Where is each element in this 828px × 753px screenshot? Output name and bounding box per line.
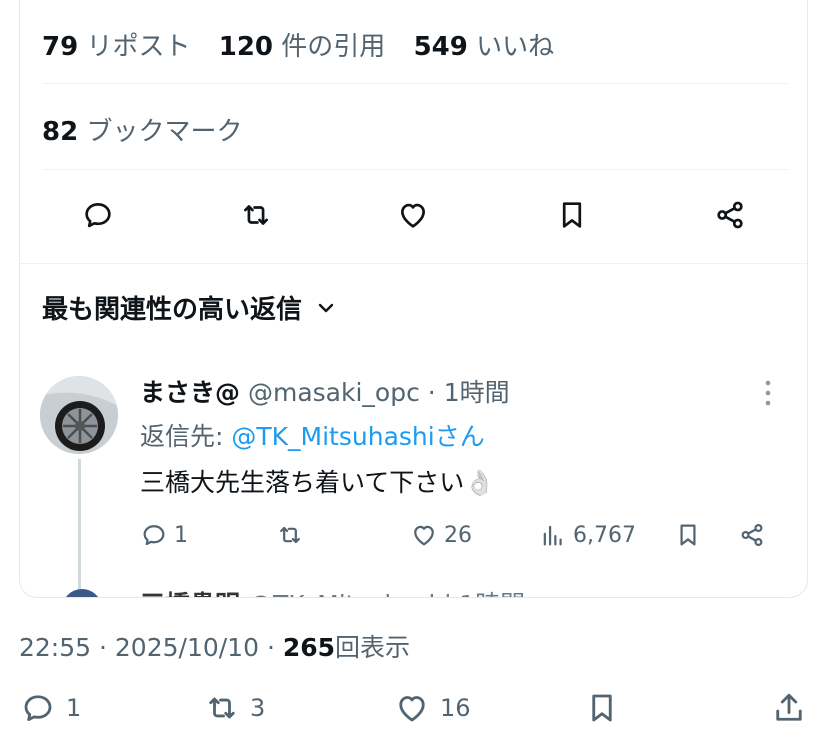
bottom-repost-button[interactable]: 3 [204,690,265,726]
bottom-likes-count: 16 [440,694,471,722]
repost-icon [209,697,235,719]
reply-bookmark-button[interactable] [674,521,702,549]
next-reply-time[interactable]: 1時間 [459,590,525,597]
quotes-stat[interactable]: 120 件の引用 [219,32,386,62]
tweet-views-count: 265 [282,633,336,662]
bookmarks-label: ブックマーク [86,117,243,147]
reply-text-body: 三橋大先生落ち着いて下さい [140,468,465,497]
repost-button[interactable] [232,191,280,239]
bookmark-icon [592,694,612,722]
engagement-stats-row: 79 リポスト 120 件の引用 549 いいね [42,26,554,63]
reply-to-prefix: 返信先: [140,422,232,451]
heart-icon [399,696,425,722]
tweet-meta: 22:55 · 2025/10/10 · 265回表示 [19,628,410,664]
upload-share-icon [776,693,802,721]
chevron-down-icon [318,303,334,312]
next-reply-handle[interactable]: @TK_Mitsuhashi [248,590,451,597]
bookmarks-stat[interactable]: 82 ブックマーク [42,111,242,148]
ok-hand-emoji-icon: 👌 [464,468,496,497]
bookmarks-count: 82 [42,117,79,147]
bottom-like-button[interactable]: 16 [394,690,471,726]
next-reply-avatar[interactable] [62,589,102,597]
quotes-label: 件の引用 [281,32,386,62]
separator: · [266,633,275,662]
heart-icon [401,203,425,228]
repost-icon [244,205,268,225]
divider [20,263,807,264]
more-options-button[interactable] [758,375,778,415]
analytics-icon [543,525,562,546]
reply-likes-count: 26 [444,522,472,548]
share-button[interactable] [706,191,754,239]
bottom-reposts-count: 3 [250,694,266,722]
reply-reply-button[interactable]: 1 [140,521,188,549]
divider [42,83,788,84]
reposts-label: リポスト [86,32,191,62]
separator: · [427,378,436,407]
repost-icon [280,526,300,544]
reply-icon [143,525,165,546]
reply-like-button[interactable]: 26 [410,521,472,549]
replies-sort-dropdown[interactable]: 最も関連性の高い返信 [42,289,338,326]
reply-icon [85,203,111,228]
bookmark-button[interactable] [548,191,596,239]
reply-repost-button[interactable] [276,521,310,549]
divider [42,169,788,170]
likes-count: 549 [413,32,468,62]
thread-line [78,459,81,597]
separator: · [99,633,107,662]
likes-label: いいね [476,32,555,62]
share-icon [717,201,743,229]
bottom-replies-count: 1 [66,694,82,722]
reply-icon [24,695,52,721]
quoted-tweet-card[interactable]: 79 リポスト 120 件の引用 549 いいね 82 ブックマーク 最も関連性… [19,0,808,598]
reply-handle[interactable]: @masaki_opc [248,378,420,407]
quotes-count: 120 [218,32,274,62]
bookmark-icon [562,202,582,228]
reposts-count: 79 [42,32,79,62]
replies-sort-label: 最も関連性の高い返信 [42,295,303,325]
reply-share-button[interactable] [738,521,766,549]
reply-text: 三橋大先生落ち着いて下さい👌 [140,463,495,499]
heart-icon [414,525,434,546]
reply-time[interactable]: 1時間 [444,378,510,407]
car-wheel-icon [40,376,118,454]
more-vertical-icon [765,380,771,406]
reply-to-suffix: さん [434,422,485,451]
reply-header: まさき@ @masaki_opc · 1時間 [140,373,510,409]
reposts-stat[interactable]: 79 リポスト [42,32,190,62]
reply-views-count: 6,767 [573,522,636,548]
next-reply-header: 三橋貴明 @TK_Mitsuhashi 1時間 [140,585,525,597]
reply-replies-count: 1 [174,522,188,548]
reply-display-name[interactable]: まさき@ [140,378,240,407]
reply-to-line: 返信先: @TK_Mitsuhashiさん [140,417,485,453]
like-button[interactable] [389,191,437,239]
bottom-reply-button[interactable]: 1 [20,690,81,726]
reply-views-button[interactable]: 6,767 [539,521,636,549]
bottom-bookmark-button[interactable] [584,690,620,726]
bookmark-icon [680,524,696,546]
next-reply-display-name[interactable]: 三橋貴明 [140,590,240,597]
bottom-share-button[interactable] [771,690,807,726]
tweet-date[interactable]: 2025/10/10 [115,633,259,662]
reply-button[interactable] [74,191,122,239]
tweet-time[interactable]: 22:55 [19,633,91,662]
likes-stat[interactable]: 549 いいね [414,32,555,62]
share-icon [741,523,763,547]
avatar[interactable] [40,376,118,454]
reply-to-handle[interactable]: @TK_Mitsuhashi [231,422,434,451]
tweet-views-label: 回表示 [335,633,411,662]
